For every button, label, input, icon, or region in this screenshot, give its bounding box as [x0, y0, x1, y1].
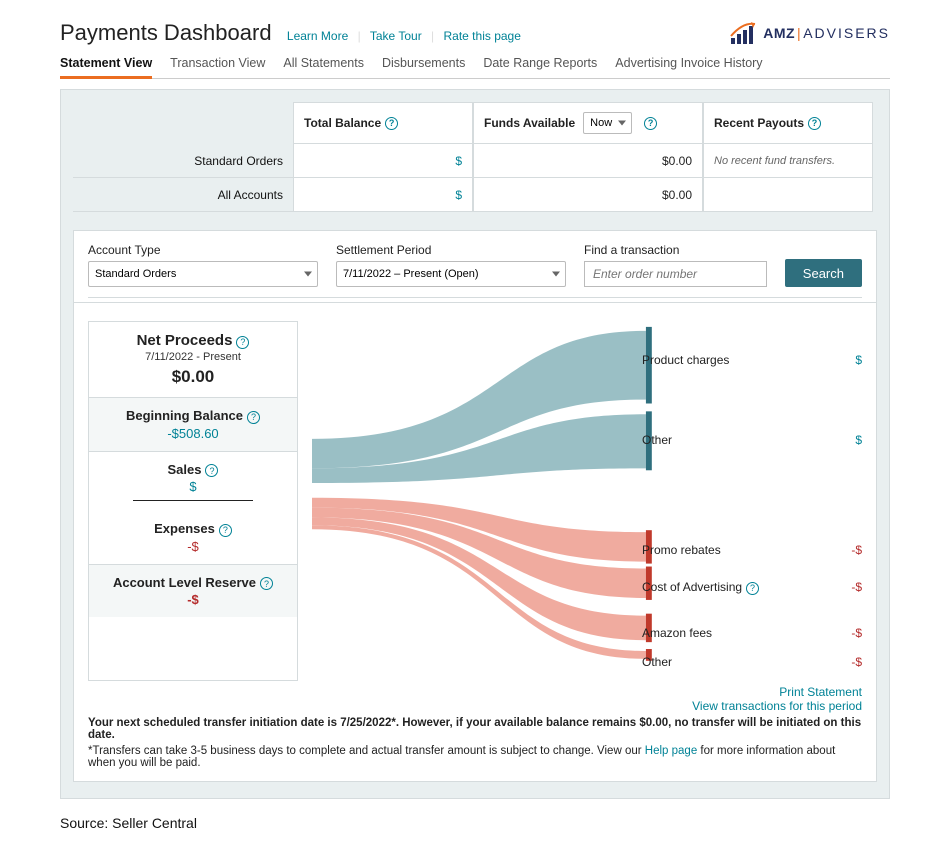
view-transactions-link[interactable]: View transactions for this period	[88, 699, 862, 713]
tab-all-statements[interactable]: All Statements	[283, 56, 364, 78]
expenses-value: -$	[101, 539, 285, 554]
funds-std-value: $0.00	[484, 154, 692, 168]
account-type-label: Account Type	[88, 243, 318, 257]
beginning-balance-label: Beginning Balance	[126, 408, 243, 423]
funds-available-label: Funds Available	[484, 116, 575, 130]
total-balance-std-value: $	[455, 154, 462, 168]
separator: |	[358, 29, 361, 43]
tab-disbursements[interactable]: Disbursements	[382, 56, 465, 78]
tabs-nav: Statement View Transaction View All Stat…	[60, 56, 890, 79]
help-page-link[interactable]: Help page	[645, 745, 697, 757]
help-icon[interactable]: ?	[236, 336, 249, 349]
sankey-coa-label: Cost of Advertising	[642, 580, 742, 594]
help-icon[interactable]: ?	[644, 117, 657, 130]
help-icon[interactable]: ?	[219, 524, 232, 537]
sankey-promo-label: Promo rebates	[642, 543, 721, 557]
account-reserve-label: Account Level Reserve	[113, 575, 256, 590]
sankey-coa-value: -$	[851, 580, 862, 594]
total-balance-label: Total Balance	[304, 116, 381, 130]
total-balance-all-value: $	[455, 188, 462, 202]
find-transaction-input[interactable]	[584, 261, 767, 287]
tab-statement-view[interactable]: Statement View	[60, 56, 152, 79]
help-icon[interactable]: ?	[247, 411, 260, 424]
account-type-select[interactable]: Standard Orders	[88, 261, 318, 287]
sales-value: $	[101, 479, 285, 494]
funds-time-selector[interactable]: Now	[583, 112, 632, 134]
rate-page-link[interactable]: Rate this page	[444, 29, 521, 43]
help-icon[interactable]: ?	[746, 582, 759, 595]
separator: |	[431, 29, 434, 43]
net-proceeds-period: 7/11/2022 - Present	[101, 351, 285, 363]
sankey-promo-value: -$	[851, 543, 862, 557]
transfer-note-2a: *Transfers can take 3-5 business days to…	[88, 745, 645, 757]
tab-date-range-reports[interactable]: Date Range Reports	[483, 56, 597, 78]
sankey-other-out-label: Other	[642, 655, 672, 669]
sankey-other-out-value: -$	[851, 655, 862, 669]
learn-more-link[interactable]: Learn More	[287, 29, 348, 43]
help-icon[interactable]: ?	[260, 577, 273, 590]
recent-payouts-text: No recent fund transfers.	[714, 155, 835, 167]
help-icon[interactable]: ?	[205, 464, 218, 477]
net-proceeds-title: Net Proceeds	[137, 332, 233, 349]
settlement-period-label: Settlement Period	[336, 243, 566, 257]
page-title: Payments Dashboard	[60, 20, 272, 46]
sankey-other-in-label: Other	[642, 433, 672, 447]
funds-all-value: $0.00	[484, 188, 692, 202]
row-label-standard-orders: Standard Orders	[83, 154, 283, 168]
expenses-label: Expenses	[154, 521, 215, 536]
sankey-fees-value: -$	[851, 626, 862, 640]
tab-transaction-view[interactable]: Transaction View	[170, 56, 265, 78]
find-transaction-label: Find a transaction	[584, 243, 767, 257]
search-button[interactable]: Search	[785, 259, 862, 287]
transfer-note-1: Your next scheduled transfer initiation …	[88, 717, 861, 741]
tab-advertising-invoice-history[interactable]: Advertising Invoice History	[615, 56, 762, 78]
settlement-period-select[interactable]: 7/11/2022 – Present (Open)	[336, 261, 566, 287]
amz-advisers-logo: AMZ|ADVISERS	[729, 20, 890, 46]
beginning-balance-value: -$508.60	[101, 426, 285, 441]
net-proceeds-amount: $0.00	[101, 367, 285, 387]
print-statement-link[interactable]: Print Statement	[88, 685, 862, 699]
sankey-other-in-value: $	[855, 433, 862, 447]
sankey-fees-label: Amazon fees	[642, 626, 712, 640]
row-label-all-accounts: All Accounts	[83, 188, 283, 202]
sankey-product-charges-value: $	[855, 353, 862, 367]
recent-payouts-label: Recent Payouts	[714, 116, 804, 130]
help-icon[interactable]: ?	[808, 117, 821, 130]
net-proceeds-card: Net Proceeds? 7/11/2022 - Present $0.00 …	[88, 321, 298, 681]
account-reserve-value: -$	[101, 592, 285, 607]
take-tour-link[interactable]: Take Tour	[370, 29, 422, 43]
sankey-product-charges-label: Product charges	[642, 353, 729, 367]
source-caption: Source: Seller Central	[60, 815, 890, 831]
help-icon[interactable]: ?	[385, 117, 398, 130]
sankey-chart: Product charges $ Other $ Promo rebates …	[312, 321, 862, 681]
sales-label: Sales	[168, 462, 202, 477]
